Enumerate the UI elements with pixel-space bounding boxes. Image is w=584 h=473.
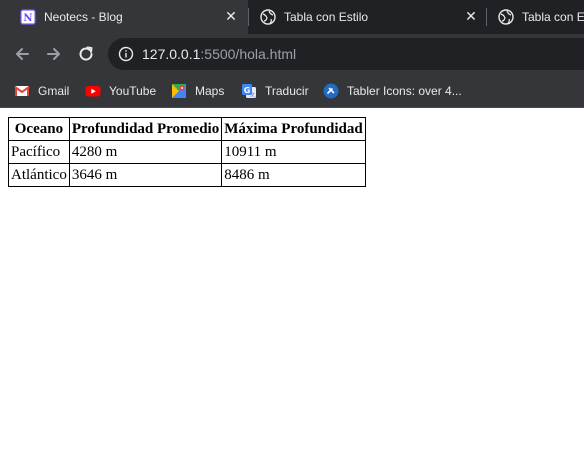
column-header-profundidad-promedio: Profundidad Promedio: [68, 117, 223, 141]
url-path: :5500/hola.html: [200, 46, 297, 62]
tab-tabla-con-estilo[interactable]: Tabla con Estilo ✕: [240, 0, 486, 34]
tabler-icon: [323, 83, 339, 99]
tab-tabla-con-estilo-2[interactable]: Tabla con Es: [478, 0, 584, 34]
page-content: Oceano Profundidad Promedio Máxima Profu…: [0, 109, 584, 473]
bookmark-tabler-icons[interactable]: Tabler Icons: over 4...: [323, 82, 462, 100]
maps-icon: [171, 83, 187, 99]
tab-title: Tabla con Es: [522, 10, 584, 24]
svg-text:文: 文: [250, 92, 255, 99]
browser-toolbar: 127.0.0.1:5500/hola.html: [0, 34, 584, 74]
bookmark-gmail[interactable]: Gmail: [14, 82, 69, 100]
reload-button[interactable]: [74, 42, 98, 66]
oceans-table: Oceano Profundidad Promedio Máxima Profu…: [8, 117, 366, 187]
close-tab-icon[interactable]: ✕: [464, 10, 478, 24]
svg-text:N: N: [23, 13, 32, 24]
table-row: Pacífico 4280 m 10911 m: [8, 140, 366, 164]
back-button[interactable]: [10, 42, 34, 66]
bookmark-traducir[interactable]: G 文 Traducir: [241, 82, 309, 100]
table-cell: 3646 m: [68, 163, 223, 187]
globe-icon: [498, 9, 514, 25]
bookmark-label: YouTube: [109, 84, 157, 98]
table-cell: Atlántico: [8, 163, 70, 187]
bookmark-label: Traducir: [265, 84, 309, 98]
bookmark-label: Maps: [195, 84, 225, 98]
gmail-icon: [14, 83, 30, 99]
tab-title: Neotecs - Blog: [44, 10, 123, 24]
url-host: 127.0.0.1: [142, 46, 201, 62]
translate-icon: G 文: [241, 83, 257, 99]
arrow-left-icon: [16, 48, 29, 60]
reload-icon: [79, 46, 93, 61]
table-header-row: Oceano Profundidad Promedio Máxima Profu…: [8, 117, 366, 141]
globe-icon: [260, 9, 276, 25]
table-cell: Pacífico: [8, 140, 70, 164]
arrow-right-icon: [47, 48, 60, 60]
column-header-maxima-profundidad: Máxima Profundidad: [221, 117, 366, 141]
url-text: 127.0.0.1:5500/hola.html: [142, 46, 296, 62]
info-icon[interactable]: [118, 46, 134, 62]
close-tab-icon[interactable]: ✕: [224, 10, 238, 24]
table-cell: 4280 m: [68, 140, 223, 164]
address-bar[interactable]: 127.0.0.1:5500/hola.html: [108, 38, 584, 70]
tab-strip: N Neotecs - Blog ✕ Tabla con Estilo ✕ Ta…: [0, 0, 584, 34]
table-cell: 10911 m: [221, 140, 366, 164]
forward-button[interactable]: [42, 42, 66, 66]
column-header-oceano: Oceano: [8, 117, 70, 141]
table-cell: 8486 m: [221, 163, 366, 187]
youtube-icon: [85, 83, 101, 99]
notion-icon: N: [20, 9, 36, 25]
tab-neotecs-blog[interactable]: N Neotecs - Blog ✕: [0, 0, 248, 34]
bookmark-label: Gmail: [38, 84, 70, 98]
table-row: Atlántico 3646 m 8486 m: [8, 163, 366, 187]
bookmark-youtube[interactable]: YouTube: [85, 82, 156, 100]
bookmarks-bar: Gmail YouTube Maps G 文 Traducir Tabler I…: [0, 74, 584, 108]
tab-title: Tabla con Estilo: [284, 10, 369, 24]
bookmark-maps[interactable]: Maps: [171, 82, 224, 100]
bookmark-label: Tabler Icons: over 4...: [347, 84, 462, 98]
